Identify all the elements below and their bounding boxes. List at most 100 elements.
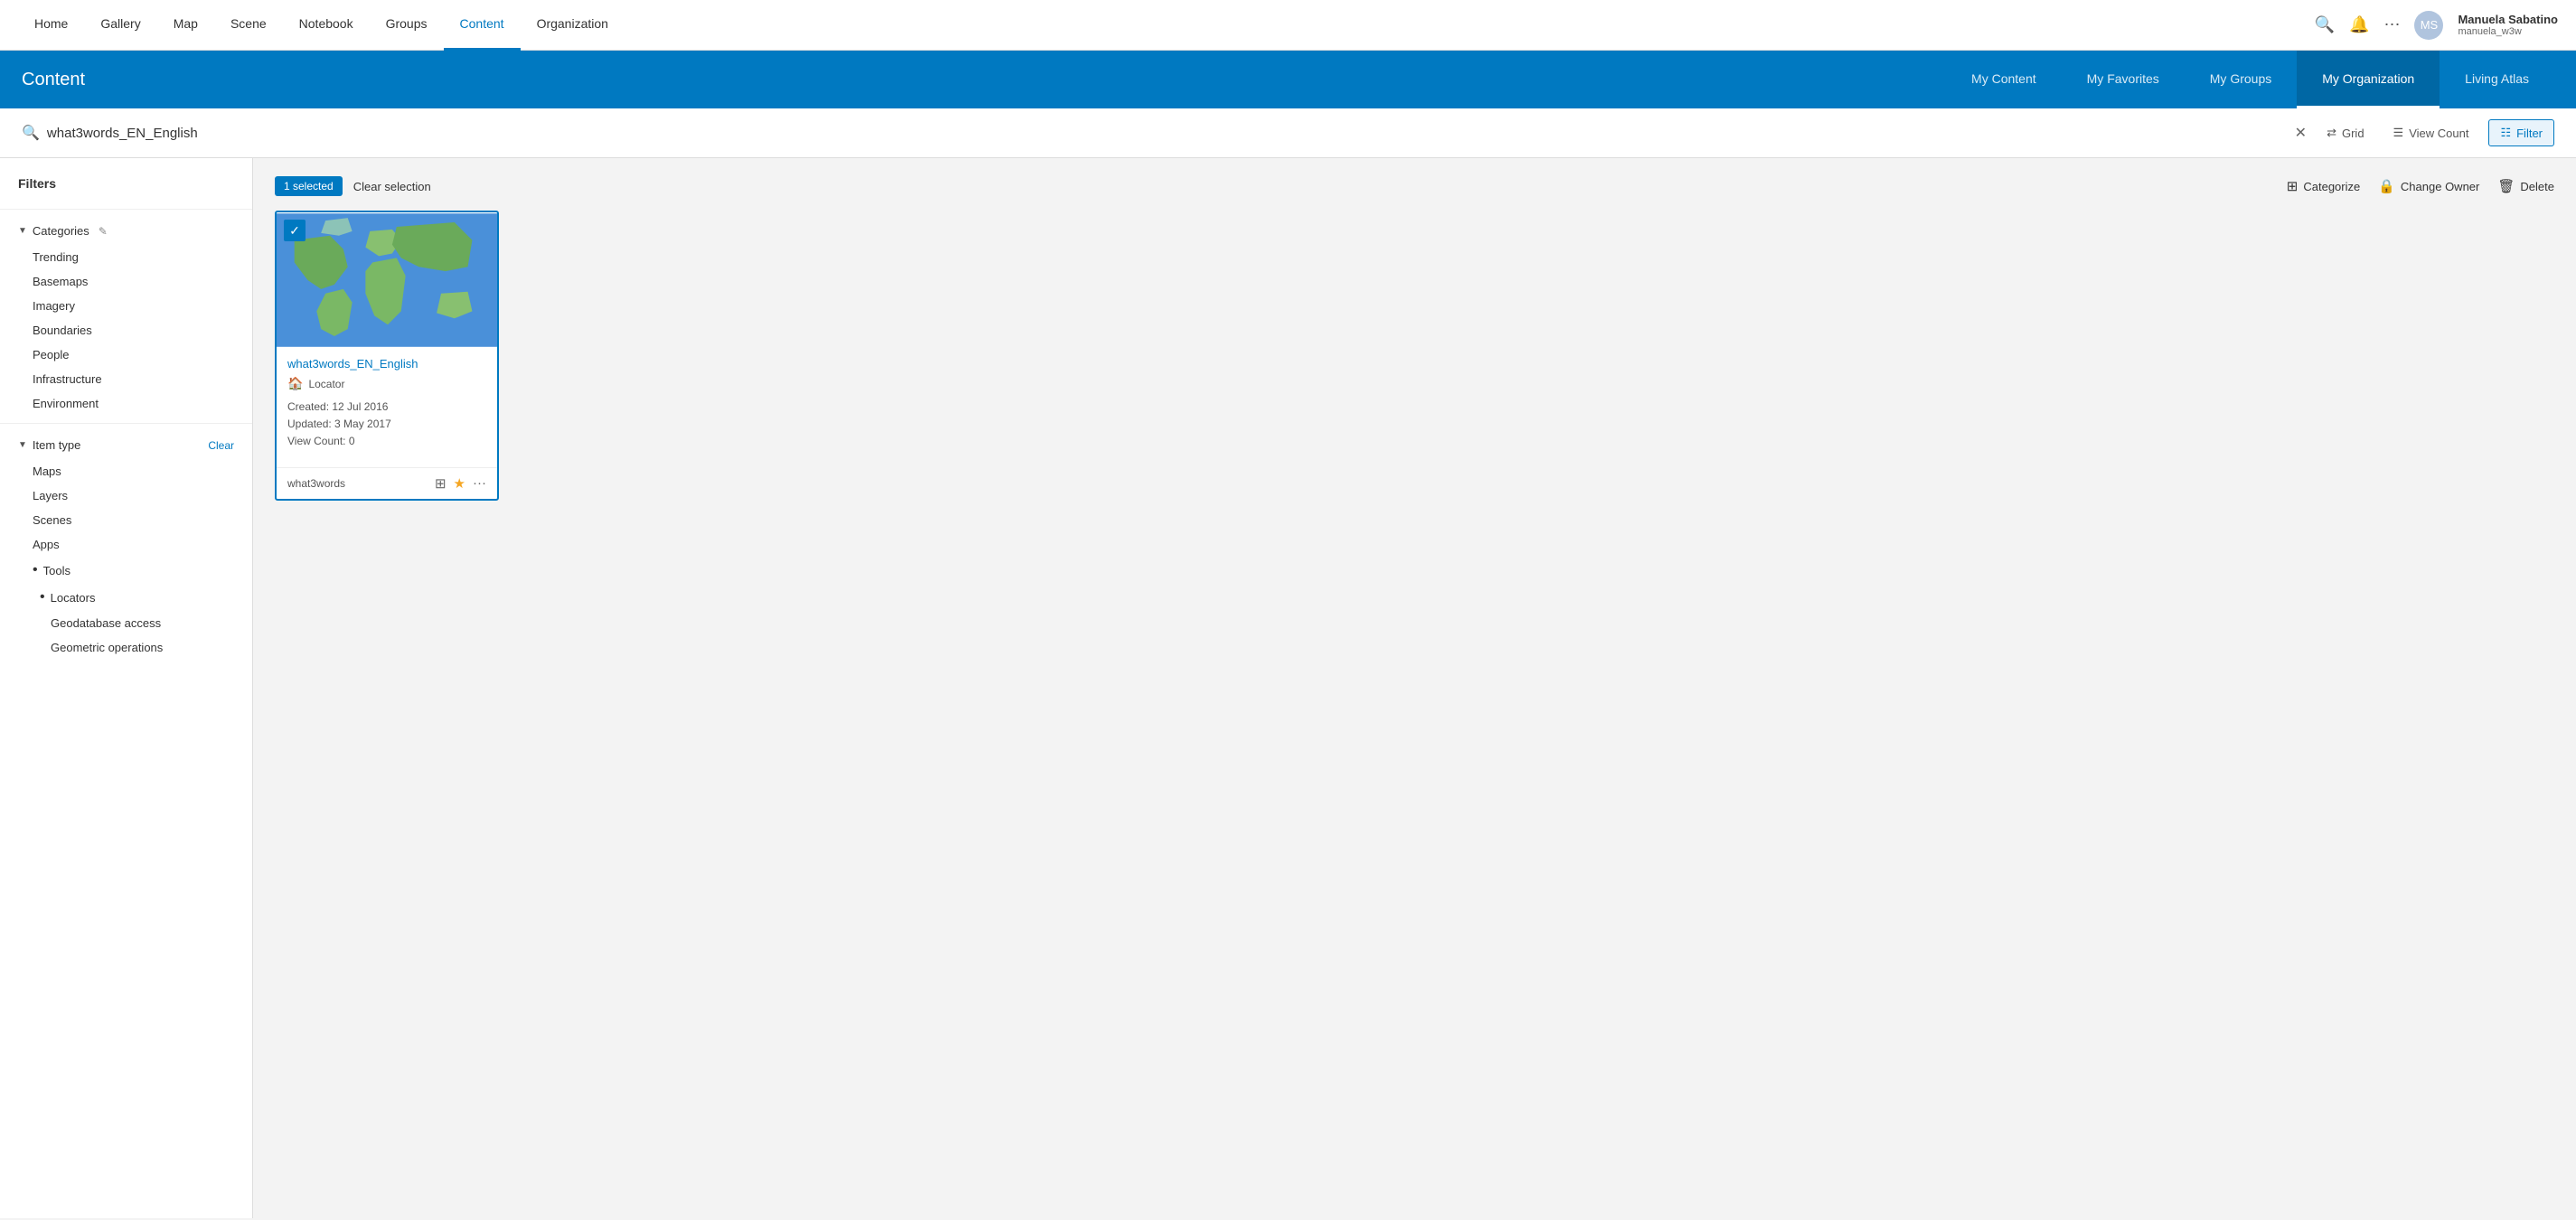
content-tab-living-atlas[interactable]: Living Atlas — [2440, 51, 2554, 108]
user-name: Manuela Sabatino — [2458, 13, 2558, 26]
top-nav-link-scene[interactable]: Scene — [214, 0, 283, 51]
category-items: TrendingBasemapsImageryBoundariesPeopleI… — [0, 245, 252, 416]
search-bar-icon: 🔍 — [22, 124, 40, 142]
category-item-boundaries[interactable]: Boundaries — [0, 318, 252, 343]
content-tabs: My ContentMy FavoritesMy GroupsMy Organi… — [1946, 51, 2554, 108]
item-type-scenes[interactable]: Scenes — [0, 508, 252, 532]
top-nav-link-map[interactable]: Map — [157, 0, 214, 51]
change-owner-icon: 🔒 — [2378, 178, 2395, 194]
item-type-maps[interactable]: Maps — [0, 459, 252, 483]
filter-button[interactable]: ☷ Filter — [2488, 119, 2554, 146]
clear-search-button[interactable]: ✕ — [2295, 124, 2307, 142]
item-type-tools[interactable]: •Tools — [0, 557, 252, 584]
categorize-label: Categorize — [2303, 180, 2360, 193]
sidebar: Filters ▼ Categories ✎ TrendingBasemapsI… — [0, 158, 253, 1218]
top-nav-link-organization[interactable]: Organization — [521, 0, 625, 51]
search-bar-row: 🔍 ✕ ⇄ Grid ☰ View Count ☷ Filter — [0, 108, 2576, 158]
categories-label: Categories — [33, 224, 89, 238]
top-nav-link-groups[interactable]: Groups — [370, 0, 444, 51]
content-tab-my-organization[interactable]: My Organization — [2297, 51, 2440, 108]
top-nav: HomeGalleryMapSceneNotebookGroupsContent… — [0, 0, 2576, 51]
delete-icon: 🗑 — [2497, 178, 2515, 194]
categories-header[interactable]: ▼ Categories ✎ — [0, 217, 252, 245]
item-type-items: MapsLayersScenesApps•Tools•LocatorsGeoda… — [0, 459, 252, 660]
item-type-locators[interactable]: •Locators — [0, 584, 252, 611]
category-item-trending[interactable]: Trending — [0, 245, 252, 269]
item-type-geodatabase-access[interactable]: Geodatabase access — [0, 611, 252, 635]
categories-section: ▼ Categories ✎ TrendingBasemapsImageryBo… — [0, 217, 252, 416]
category-item-basemaps[interactable]: Basemaps — [0, 269, 252, 294]
action-bar: ⊞ Categorize 🔒 Change Owner 🗑 Delete — [2287, 178, 2554, 194]
search-bar-inner: 🔍 ✕ — [22, 124, 2307, 142]
search-bar-actions: ⇄ Grid ☰ View Count ☷ Filter — [2317, 119, 2554, 146]
selected-badge: 1 selected — [275, 176, 343, 196]
avatar[interactable]: MS — [2414, 11, 2443, 40]
locator-icon: 🏠 — [287, 376, 303, 391]
grid-view-icon: ⇄ — [2327, 126, 2336, 140]
grid-view-button[interactable]: ⇄ Grid — [2317, 120, 2373, 145]
content-area: 1 selected Clear selection ⊞ Categorize 🔒 C… — [253, 158, 2576, 1218]
content-tab-my-favorites[interactable]: My Favorites — [2062, 51, 2185, 108]
item-type-title-inner[interactable]: ▼ Item type — [18, 438, 80, 452]
category-item-environment[interactable]: Environment — [0, 391, 252, 416]
item-type-geometric-operations[interactable]: Geometric operations — [0, 635, 252, 660]
card-grid: ✓ what3words_EN_English 🏠 Locator Created… — [275, 211, 2554, 501]
delete-label: Delete — [2520, 180, 2554, 193]
card-type-row: 🏠 Locator — [287, 376, 486, 391]
apps-grid-icon[interactable]: ⋯ — [2383, 15, 2400, 34]
item-type-apps[interactable]: Apps — [0, 532, 252, 557]
content-tab-my-groups[interactable]: My Groups — [2185, 51, 2297, 108]
card-favorite-icon[interactable]: ★ — [454, 475, 465, 492]
user-handle: manuela_w3w — [2458, 26, 2558, 37]
item-type-chevron-icon: ▼ — [18, 440, 27, 450]
delete-button[interactable]: 🗑 Delete — [2497, 178, 2554, 194]
category-item-infrastructure[interactable]: Infrastructure — [0, 367, 252, 391]
search-input[interactable] — [47, 126, 2288, 141]
top-nav-right: 🔍 🔔 ⋯ MS Manuela Sabatino manuela_w3w — [2315, 11, 2558, 40]
top-nav-links: HomeGalleryMapSceneNotebookGroupsContent… — [18, 0, 2315, 51]
card-thumbnail: ✓ — [277, 212, 497, 348]
edit-icon[interactable]: ✎ — [99, 225, 108, 238]
card-share-icon[interactable]: ⊞ — [435, 475, 447, 492]
clear-selection-link[interactable]: Clear selection — [353, 180, 431, 193]
card-type-text: Locator — [308, 378, 344, 390]
main-area: Filters ▼ Categories ✎ TrendingBasemapsI… — [0, 158, 2576, 1218]
change-owner-label: Change Owner — [2401, 180, 2479, 193]
filters-title: Filters — [0, 176, 252, 202]
card-tag: what3words — [287, 477, 428, 490]
content-header: Content My ContentMy FavoritesMy GroupsM… — [0, 51, 2576, 108]
card-body: what3words_EN_English 🏠 Locator Created:… — [277, 348, 497, 467]
card-item: ✓ what3words_EN_English 🏠 Locator Created… — [275, 211, 499, 501]
card-checkbox[interactable]: ✓ — [284, 220, 306, 241]
categorize-button[interactable]: ⊞ Categorize — [2287, 178, 2360, 194]
top-nav-link-content[interactable]: Content — [444, 0, 521, 51]
change-owner-button[interactable]: 🔒 Change Owner — [2378, 178, 2479, 194]
checkmark-icon: ✓ — [289, 223, 300, 239]
filter-label: Filter — [2516, 127, 2543, 140]
category-item-imagery[interactable]: Imagery — [0, 294, 252, 318]
top-nav-link-notebook[interactable]: Notebook — [283, 0, 370, 51]
view-count-label: View Count — [2409, 127, 2468, 140]
grid-view-label: Grid — [2342, 127, 2364, 140]
card-title[interactable]: what3words_EN_English — [287, 357, 486, 371]
card-meta: Created: 12 Jul 2016Updated: 3 May 2017V… — [287, 399, 486, 451]
categorize-icon: ⊞ — [2287, 178, 2299, 194]
item-type-clear-link[interactable]: Clear — [208, 439, 234, 452]
bell-icon[interactable]: 🔔 — [2349, 15, 2369, 34]
top-nav-link-gallery[interactable]: Gallery — [84, 0, 156, 51]
chevron-down-icon: ▼ — [18, 226, 27, 236]
card-more-icon[interactable]: ··· — [473, 475, 486, 491]
item-type-section: ▼ Item type Clear MapsLayersScenesApps•T… — [0, 431, 252, 660]
filter-icon: ☷ — [2500, 126, 2511, 140]
list-view-icon: ☰ — [2393, 126, 2404, 140]
user-info: Manuela Sabatino manuela_w3w — [2458, 13, 2558, 37]
item-type-header-row: ▼ Item type Clear — [0, 431, 252, 459]
item-type-label: Item type — [33, 438, 80, 452]
category-item-people[interactable]: People — [0, 343, 252, 367]
item-type-layers[interactable]: Layers — [0, 483, 252, 508]
search-icon[interactable]: 🔍 — [2315, 15, 2335, 34]
selection-bar: 1 selected Clear selection ⊞ Categorize 🔒 C… — [275, 176, 2554, 196]
view-count-button[interactable]: ☰ View Count — [2384, 120, 2478, 145]
top-nav-link-home[interactable]: Home — [18, 0, 84, 51]
content-tab-my-content[interactable]: My Content — [1946, 51, 2062, 108]
